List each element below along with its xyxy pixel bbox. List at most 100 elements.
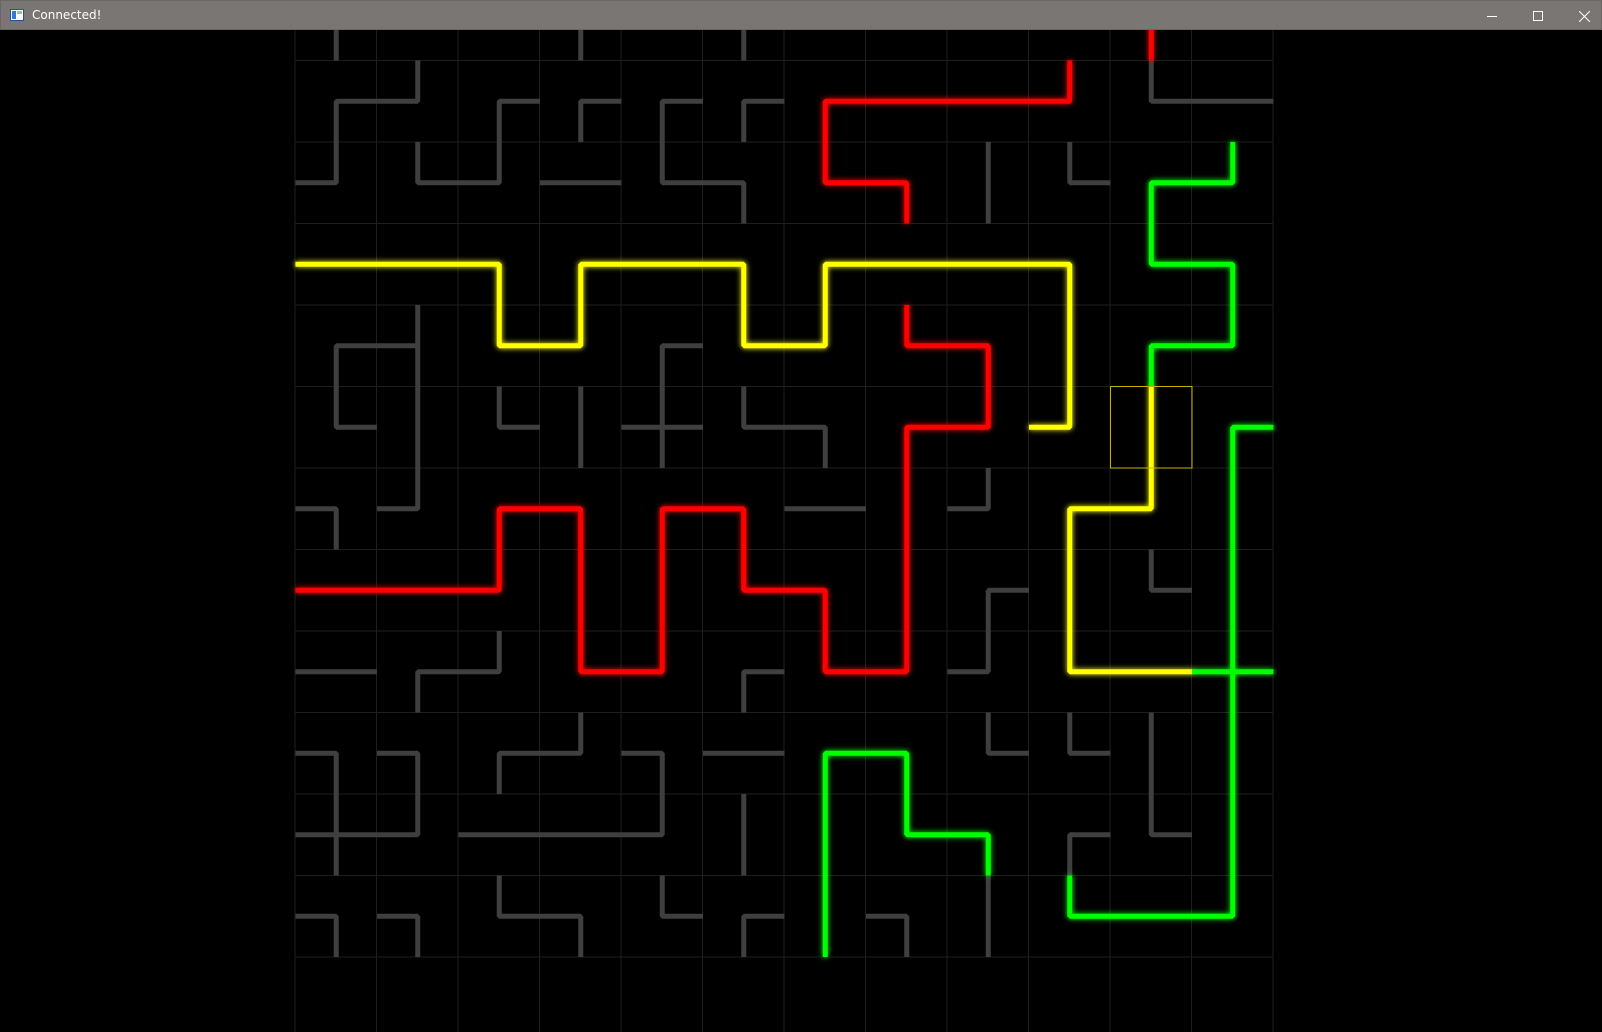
pipe-tile-red[interactable]	[947, 386, 991, 430]
title-bar[interactable]: Connected!	[0, 0, 1602, 30]
pipe-tile-yellow[interactable]	[741, 305, 785, 349]
pipe-tile-red[interactable]	[784, 587, 828, 631]
pipe-tile[interactable]	[741, 98, 785, 142]
pipe-tile[interactable]	[1148, 60, 1192, 104]
pipe-tile[interactable]	[333, 98, 377, 142]
pipe-tile[interactable]	[377, 60, 421, 104]
pipe-tile[interactable]	[377, 750, 421, 794]
pipe-tile[interactable]	[333, 386, 377, 430]
pipe-tile-red[interactable]	[822, 142, 866, 186]
pipe-tile-yellow[interactable]	[496, 305, 540, 349]
pipe-tile[interactable]	[1067, 712, 1111, 756]
pipe-tile[interactable]	[741, 386, 785, 430]
pipe-tile[interactable]	[295, 750, 339, 794]
pipe-tile[interactable]	[496, 750, 540, 794]
pipe-tile-green[interactable]	[947, 832, 991, 876]
pipe-tile-red[interactable]	[866, 631, 910, 675]
pipe-tile-green[interactable]	[1192, 261, 1236, 305]
pipe-tile[interactable]	[578, 30, 622, 61]
pipe-tile-green[interactable]	[1148, 343, 1192, 387]
pipe-tile[interactable]	[458, 631, 502, 675]
pipe-tile-green[interactable]	[1230, 424, 1274, 468]
pipe-tile-red[interactable]	[496, 506, 540, 550]
pipe-tile-red[interactable]	[1148, 30, 1192, 61]
pipe-tile[interactable]	[985, 712, 1029, 756]
pipe-tile[interactable]	[947, 468, 991, 512]
pipe-tile[interactable]	[415, 669, 459, 713]
pipe-tile[interactable]	[415, 142, 459, 186]
pipe-tile[interactable]	[741, 669, 785, 713]
pipe-tile[interactable]	[621, 794, 665, 838]
pipe-tile[interactable]	[1148, 549, 1192, 593]
pipe-tile[interactable]	[659, 343, 703, 387]
pipe-tile-red[interactable]	[1029, 60, 1073, 104]
pipe-tile[interactable]	[947, 631, 991, 675]
pipe-tile[interactable]	[496, 875, 540, 919]
pipe-tile-yellow[interactable]	[578, 261, 622, 305]
pipe-tile[interactable]	[496, 386, 540, 430]
pipe-tile[interactable]	[540, 913, 584, 957]
minimize-button[interactable]	[1469, 1, 1515, 31]
game-area[interactable]	[1, 30, 1601, 1032]
pipe-tile[interactable]	[985, 587, 1029, 631]
pipe-tile-yellow[interactable]	[703, 261, 747, 305]
pipe-tile[interactable]	[784, 424, 828, 468]
game-board[interactable]	[1, 30, 1601, 1032]
close-button[interactable]	[1561, 1, 1602, 31]
pipe-tile-green[interactable]	[822, 750, 866, 794]
pipe-tile-red[interactable]	[578, 631, 622, 675]
pipe-tile[interactable]	[540, 712, 584, 756]
pipe-tile-yellow[interactable]	[1067, 506, 1111, 550]
pipe-tile-green[interactable]	[1192, 142, 1236, 186]
pipe-tile-green[interactable]	[866, 750, 910, 794]
pipe-tile-red[interactable]	[822, 631, 866, 675]
pipe-tile-red[interactable]	[659, 506, 703, 550]
pipe-tile[interactable]	[333, 30, 377, 61]
pipe-tile-red[interactable]	[458, 549, 502, 593]
pipe-tile-green[interactable]	[1192, 631, 1274, 713]
pipe-tile[interactable]	[458, 142, 502, 186]
pipe-tile-yellow[interactable]	[1110, 468, 1154, 512]
pipe-tile-yellow[interactable]	[458, 261, 502, 305]
pipe-tile-red[interactable]	[947, 343, 991, 387]
pipe-tile[interactable]	[295, 506, 339, 550]
pipe-tile[interactable]	[621, 750, 665, 794]
pipe-tile-green[interactable]	[904, 794, 948, 838]
pipe-tile[interactable]	[703, 180, 747, 224]
pipe-tile-red[interactable]	[703, 506, 747, 550]
pipe-tile[interactable]	[295, 142, 339, 186]
pipe-tile-green[interactable]	[1148, 180, 1192, 224]
pipe-tile-red[interactable]	[866, 180, 910, 224]
pipe-tile[interactable]	[659, 98, 703, 142]
pipe-tile-green[interactable]	[1067, 875, 1111, 919]
pipe-tile[interactable]	[659, 875, 703, 919]
pipe-tile[interactable]	[333, 343, 377, 387]
pipe-tile[interactable]	[1067, 142, 1111, 186]
pipe-tile-yellow[interactable]	[1067, 631, 1111, 675]
pipe-tile-green[interactable]	[1148, 223, 1192, 267]
pipe-tile[interactable]	[621, 386, 704, 469]
pipe-tile[interactable]	[1067, 832, 1111, 876]
pipe-tile[interactable]	[377, 468, 421, 512]
pipe-tile[interactable]	[496, 98, 540, 142]
pipe-tile[interactable]	[377, 305, 421, 387]
pipe-tile-red[interactable]	[904, 305, 948, 349]
pipe-tile[interactable]	[578, 98, 622, 142]
pipe-tile[interactable]	[1148, 794, 1192, 838]
pipe-tile-red[interactable]	[904, 424, 948, 468]
pipe-tile-red[interactable]	[741, 549, 785, 593]
maximize-button[interactable]	[1515, 1, 1561, 31]
pipe-tile-red[interactable]	[822, 98, 866, 142]
pipe-tile[interactable]	[377, 794, 421, 838]
pipe-tile[interactable]	[295, 913, 339, 957]
pipe-tile[interactable]	[703, 30, 785, 61]
pipe-tile[interactable]	[659, 142, 703, 186]
pipe-tile-red[interactable]	[540, 506, 584, 550]
pipe-tile-yellow[interactable]	[1029, 386, 1073, 430]
pipe-tile[interactable]	[866, 913, 910, 957]
pipe-tile-yellow[interactable]	[540, 305, 584, 349]
pipe-tile[interactable]	[295, 794, 378, 876]
pipe-tile[interactable]	[377, 913, 421, 957]
pipe-tile-yellow[interactable]	[822, 261, 866, 305]
pipe-tile-yellow[interactable]	[784, 305, 828, 349]
